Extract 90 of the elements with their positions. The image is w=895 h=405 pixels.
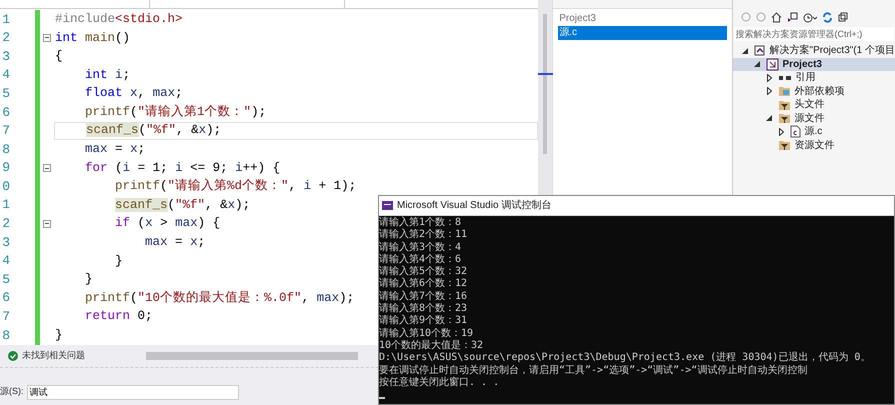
collapsed-icon[interactable]	[766, 87, 772, 96]
line-number: 1	[1, 196, 10, 214]
expanded-icon[interactable]	[742, 48, 748, 54]
code-line: int main()	[54, 30, 130, 47]
c-file-icon	[790, 125, 801, 138]
caret-marker	[538, 73, 553, 75]
console-title: Microsoft Visual Studio 调试控制台	[397, 198, 552, 213]
code-line: }	[84, 271, 93, 288]
console-line: 按任意键关闭此窗口. . .	[379, 376, 500, 390]
line-number: 3	[1, 234, 10, 252]
console-line: 请输入第8个数：23	[379, 303, 468, 314]
code-line: int i;	[84, 66, 130, 84]
tree-item[interactable]: Project3	[732, 58, 895, 71]
folder-filter-icon	[778, 112, 791, 124]
console-line: 请输入第9个数：31	[379, 315, 468, 328]
console-line: 请输入第1个数：8	[379, 217, 462, 228]
collapsed-icon[interactable]	[766, 74, 772, 82]
code-line: }	[54, 327, 63, 344]
source-label: 源(S):	[0, 385, 24, 398]
tree-item[interactable]: 外部依赖项	[732, 84, 895, 98]
code-line: {	[54, 48, 63, 66]
line-number: 6	[1, 104, 10, 122]
line-number: 1	[1, 10, 10, 29]
history-icon[interactable]	[802, 12, 817, 22]
refresh-icon[interactable]	[822, 12, 833, 22]
tree-item[interactable]: 解决方案"Project3"(1 个项目	[732, 44, 895, 58]
code-line: float x, max;	[84, 85, 183, 102]
copy-icon[interactable]	[838, 12, 848, 22]
line-number: 8	[1, 326, 10, 345]
collapse-toggle[interactable]	[43, 164, 51, 172]
source-dropdown[interactable]: 调试	[26, 384, 238, 400]
code-line: for (i = 1; i <= 9; i++) {	[84, 160, 280, 177]
line-number: 0	[1, 178, 10, 196]
console-line: 请输入第5个数：32	[379, 266, 468, 278]
code-line: printf("10个数的最大值是：%.0f", max);	[84, 290, 354, 307]
line-number: 5	[1, 84, 10, 103]
line-number: 7	[1, 308, 10, 326]
reference-icon	[778, 74, 792, 82]
code-line: }	[114, 252, 123, 270]
code-line: scanf_s("%f", &x);	[114, 196, 250, 214]
line-number: 4	[1, 66, 10, 84]
line-number: 7	[1, 122, 10, 140]
folder-filter-icon	[778, 98, 791, 111]
status-text: 未找到相关问题	[22, 349, 86, 362]
file-list-item[interactable]: Project3	[558, 12, 727, 26]
home-icon[interactable]	[770, 12, 782, 22]
console-line: 请输入第4个数：6	[379, 254, 462, 266]
console-line: 请输入第7个数：16	[379, 290, 468, 302]
folder-icon	[778, 85, 791, 98]
tree-item[interactable]: 源文件	[732, 112, 895, 125]
search-field[interactable]: 搜索解决方案资源管理器(Ctrl+;)	[734, 27, 894, 41]
code-line: max = x;	[144, 234, 206, 252]
console-line: D:\Users\ASUS\source\repos\Project3\Debug\Project3.exe (进程 30304)已退出，代码为 0。	[379, 352, 870, 364]
code-line: printf("请输入第%d个数：", i + 1);	[114, 178, 356, 196]
folder-filter-icon	[778, 139, 791, 152]
tree-item[interactable]: 头文件	[732, 98, 895, 112]
project-icon	[766, 58, 779, 71]
tree-item[interactable]: 引用	[732, 71, 895, 84]
console-line: 请输入第3个数：4	[379, 242, 462, 254]
solution-icon	[754, 44, 766, 57]
tree-item[interactable]: 源.c	[732, 125, 895, 138]
collapse-toggle[interactable]	[43, 220, 51, 228]
line-number: 4	[1, 252, 10, 270]
collapse-toggle[interactable]	[43, 34, 51, 42]
text-cursor	[379, 397, 385, 400]
line-number: 2	[1, 215, 10, 234]
console-line: 请输入第6个数：12	[379, 278, 468, 290]
expanded-icon[interactable]	[754, 61, 760, 68]
console-line: 要在调试停止时自动关闭控制台，请启用“工具”->“选项”->“调试”->“调试停止时自动关闭控制	[379, 364, 808, 376]
horizontal-scrollbar[interactable]	[146, 352, 358, 360]
console-line: 10个数的最大值是：32	[379, 340, 484, 352]
line-number: 9	[1, 159, 10, 178]
console-icon	[382, 201, 393, 210]
line-number: 5	[1, 270, 10, 289]
code-line: printf("请输入第1个数：");	[84, 104, 266, 121]
collapsed-icon[interactable]	[778, 128, 784, 136]
line-number: 8	[1, 140, 10, 159]
code-line: #include<stdio.h>	[54, 10, 183, 28]
console-line: 请输入第10个数：19	[379, 328, 474, 340]
tree-item[interactable]: 资源文件	[732, 138, 895, 152]
line-number: 6	[1, 289, 10, 308]
line-number: 2	[1, 29, 10, 48]
code-line: if (x > max) {	[114, 215, 220, 232]
file-list-item[interactable]: 源.c	[558, 26, 727, 40]
expanded-icon[interactable]	[766, 115, 772, 122]
code-line: max = x;	[84, 141, 146, 158]
line-number: 3	[1, 48, 10, 66]
code-line: return 0;	[84, 308, 153, 326]
console-line: 请输入第2个数：11	[379, 229, 468, 242]
check-icon	[8, 351, 18, 361]
